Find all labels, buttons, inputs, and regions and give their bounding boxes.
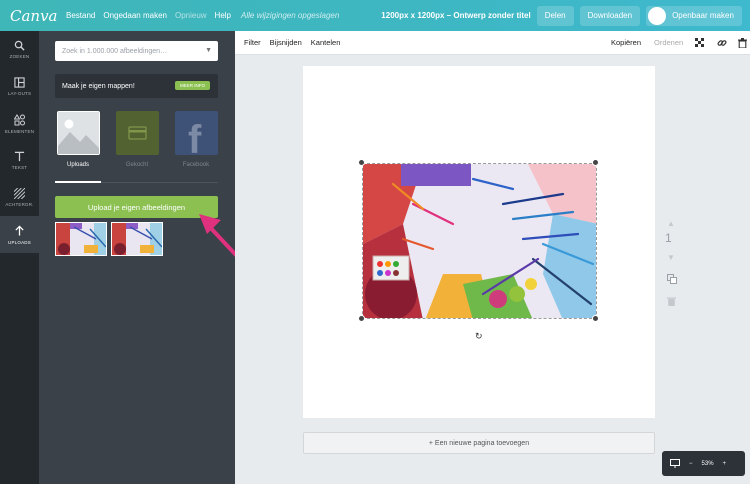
- sidebar-item-text[interactable]: TEKST: [0, 142, 39, 179]
- editor-workspace: Filter Bijsnijden Kantelen Kopiëren Orde…: [235, 31, 750, 484]
- page-up-icon[interactable]: ▲: [667, 219, 675, 228]
- sidebar-label: ELEMENTEN: [4, 128, 35, 134]
- resize-handle-bottom-right[interactable]: [592, 315, 599, 322]
- chevron-down-icon[interactable]: ▼: [205, 47, 212, 54]
- menu-undo[interactable]: Ongedaan maken: [103, 11, 167, 20]
- svg-text:f: f: [188, 118, 202, 155]
- upload-arrow-icon: [15, 225, 24, 236]
- link-icon[interactable]: [717, 38, 727, 48]
- crop-button[interactable]: Bijsnijden: [270, 38, 302, 47]
- upload-own-images-button[interactable]: Upload je eigen afbeeldingen: [55, 196, 218, 218]
- search-placeholder: Zoek in 1.000.000 afbeeldingen…: [62, 47, 168, 55]
- canva-logo[interactable]: Canva: [10, 7, 58, 25]
- uploaded-photo: [56, 223, 106, 255]
- make-public-label: Openbaar maken: [672, 11, 734, 20]
- arrange-button[interactable]: Ordenen: [654, 38, 683, 47]
- more-info-button[interactable]: MEER INFO: [174, 81, 210, 90]
- duplicate-page-icon[interactable]: [667, 274, 677, 284]
- page-number: 1: [665, 231, 672, 245]
- resize-handle-top-left[interactable]: [358, 159, 365, 166]
- page-down-icon[interactable]: ▼: [667, 253, 675, 262]
- sidebar-item-search[interactable]: ZOEKEN: [0, 31, 39, 68]
- sidebar-item-layouts[interactable]: LAY-OUTS: [0, 68, 39, 105]
- uploaded-photo: [112, 223, 162, 255]
- sidebar-label: ZOEKEN: [9, 54, 30, 59]
- facebook-icon: f: [174, 111, 218, 162]
- uploaded-image-thumbnail[interactable]: [55, 222, 107, 256]
- folders-text: Maak je eigen mappen!: [62, 82, 135, 90]
- make-public-button[interactable]: Openbaar maken: [646, 5, 742, 26]
- background-icon: [14, 188, 25, 199]
- sidebar-label: TEKST: [11, 165, 28, 170]
- resize-handle-bottom-left[interactable]: [358, 315, 365, 322]
- document-title[interactable]: 1200px x 1200px – Ontwerp zonder titel: [381, 11, 530, 20]
- delete-page-icon[interactable]: [667, 296, 676, 306]
- trash-icon[interactable]: [738, 38, 747, 48]
- uploaded-image-thumbnail[interactable]: [111, 222, 163, 256]
- menu-help[interactable]: Help: [215, 11, 231, 20]
- save-status: Alle wijzigingen opgeslagen: [241, 11, 340, 20]
- resize-handle-top-right[interactable]: [592, 159, 599, 166]
- menu-redo[interactable]: Opnieuw: [175, 11, 207, 20]
- sidebar-label: ACHTERGR.: [5, 202, 34, 207]
- sidebar-label: UPLOADS: [8, 239, 31, 245]
- search-icon: [14, 40, 25, 51]
- zoom-level: 53%: [701, 460, 714, 467]
- sidebar-item-elements[interactable]: ELEMENTEN: [0, 105, 39, 142]
- sidebar-item-background[interactable]: ACHTERGR.: [0, 179, 39, 216]
- transparency-icon[interactable]: [695, 38, 704, 47]
- top-bar: Canva Bestand Ongedaan maken Opnieuw Hel…: [0, 0, 750, 31]
- zoom-control: − 53% +: [662, 451, 745, 476]
- active-tab-indicator: [55, 181, 101, 183]
- rotate-handle-icon[interactable]: ↻: [475, 331, 483, 342]
- tab-label-facebook: Facebook: [182, 162, 210, 168]
- filter-button[interactable]: Filter: [244, 38, 261, 47]
- add-new-page-button[interactable]: + Een nieuwe pagina toevoegen: [303, 432, 655, 454]
- sidebar-item-uploads[interactable]: UPLOADS: [0, 216, 39, 253]
- icon-sidebar: ZOEKEN LAY-OUTS ELEMENTEN TEKST ACHTERGR…: [0, 31, 39, 484]
- zoom-out-button[interactable]: −: [689, 461, 693, 467]
- folders-banner: Maak je eigen mappen! MEER INFO: [55, 74, 218, 98]
- tabs-divider: [55, 181, 218, 183]
- download-button[interactable]: Downloaden: [579, 5, 641, 26]
- elements-icon: [13, 113, 25, 125]
- layouts-icon: [14, 77, 25, 88]
- public-toggle[interactable]: [648, 6, 667, 25]
- art-supplies-photo: [363, 164, 596, 318]
- text-icon: [14, 151, 25, 162]
- share-button[interactable]: Delen: [536, 5, 574, 26]
- tab-uploads[interactable]: Uploads: [55, 111, 101, 168]
- image-toolbar: Filter Bijsnijden Kantelen Kopiëren Orde…: [235, 31, 750, 55]
- menu-bestand[interactable]: Bestand: [66, 11, 95, 20]
- presentation-icon[interactable]: [670, 459, 680, 468]
- facebook-f-icon: f: [188, 118, 202, 162]
- copy-button[interactable]: Kopiëren: [611, 38, 641, 47]
- tab-facebook[interactable]: f Facebook: [173, 111, 219, 168]
- purchased-card-icon: [115, 111, 159, 155]
- uploads-image-icon: [56, 111, 100, 155]
- tab-label-uploads: Uploads: [66, 162, 89, 168]
- sidebar-label: LAY-OUTS: [7, 91, 32, 96]
- zoom-in-button[interactable]: +: [723, 461, 727, 467]
- image-search-input[interactable]: Zoek in 1.000.000 afbeeldingen… ▼: [55, 41, 218, 61]
- credit-card-icon: [127, 126, 147, 140]
- selected-image[interactable]: [362, 163, 597, 319]
- tab-label-purchased: Gekocht: [125, 162, 149, 168]
- image-placeholder-icon: [57, 112, 99, 154]
- flip-button[interactable]: Kantelen: [311, 38, 341, 47]
- tab-purchased[interactable]: Gekocht: [114, 111, 160, 168]
